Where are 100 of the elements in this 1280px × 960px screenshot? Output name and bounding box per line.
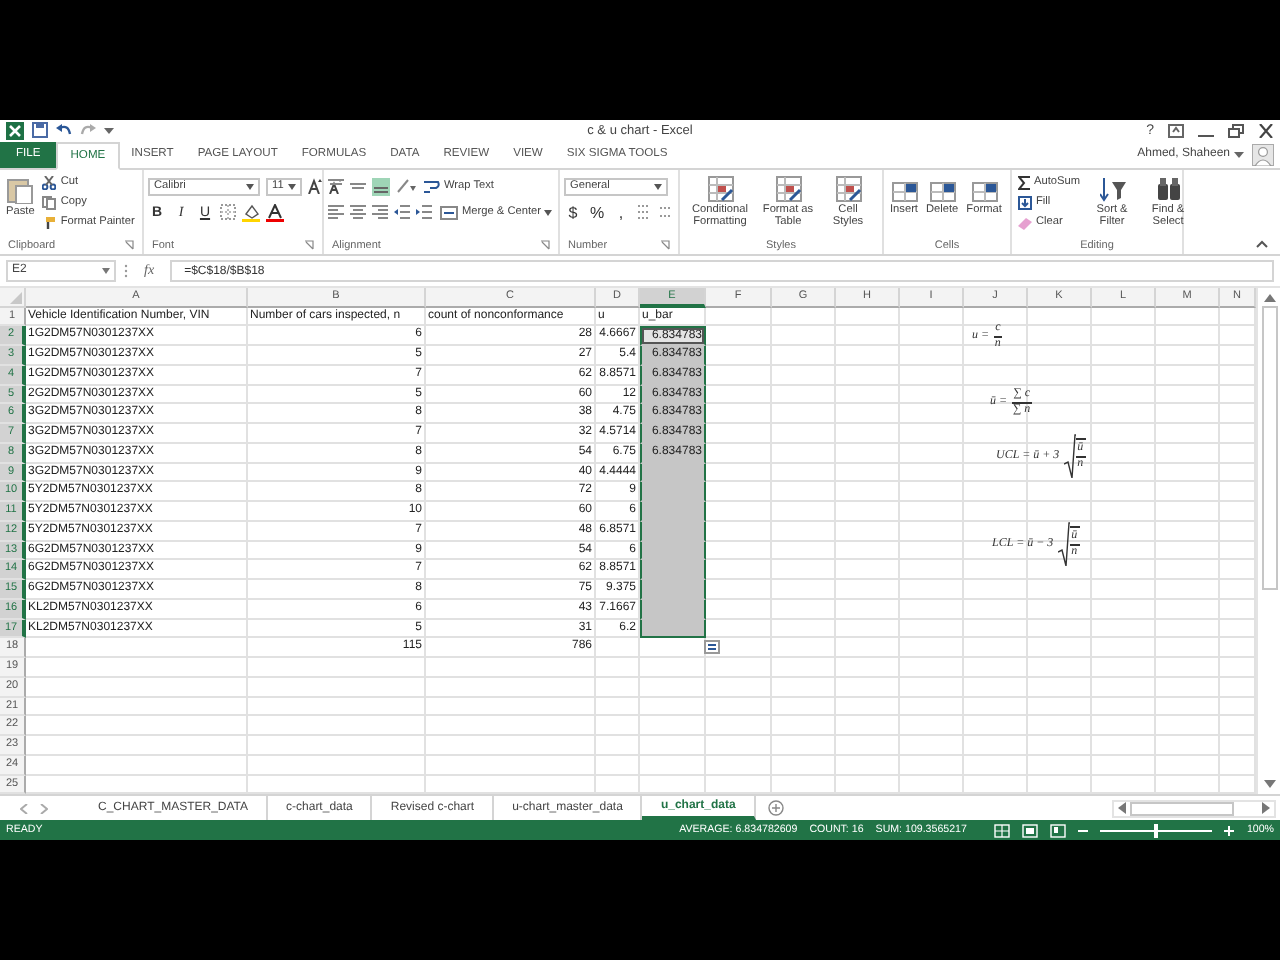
zoom-slider-thumb[interactable] xyxy=(1154,823,1159,838)
table-cell xyxy=(964,424,1028,444)
table-cell xyxy=(1156,775,1220,795)
table-cell xyxy=(1156,502,1220,522)
table-cell xyxy=(964,521,1028,542)
table-cell xyxy=(1092,443,1156,464)
table-cell xyxy=(1156,365,1220,386)
horizontal-scrollbar[interactable] xyxy=(1112,799,1276,818)
table-cell xyxy=(1092,697,1156,717)
fill-color-icon[interactable] xyxy=(242,203,260,222)
caret-icon xyxy=(544,209,553,216)
paintbrush-icon xyxy=(42,215,57,230)
caret-icon[interactable] xyxy=(1234,150,1244,159)
table-cell xyxy=(1156,521,1220,542)
table-cell xyxy=(836,365,900,386)
table-cell xyxy=(964,775,1028,795)
table-cell xyxy=(706,619,772,639)
borders-icon[interactable] xyxy=(220,204,236,221)
currency-button[interactable]: $ xyxy=(564,203,582,222)
table-cell xyxy=(706,424,772,444)
scroll-down-icon[interactable] xyxy=(1263,780,1275,789)
table-cell xyxy=(1028,346,1092,366)
table-cell xyxy=(1092,307,1156,327)
table-cell xyxy=(596,638,640,659)
dialog-launcher-icon[interactable] xyxy=(660,240,670,251)
restore-icon[interactable] xyxy=(1228,123,1244,138)
table-cell xyxy=(836,443,900,464)
table-cell xyxy=(836,482,900,503)
scroll-left-icon[interactable] xyxy=(1118,802,1126,815)
orientation-icon[interactable] xyxy=(396,178,416,195)
quick-analysis-icon[interactable] xyxy=(704,639,720,654)
table-cell xyxy=(836,599,900,620)
table-cell xyxy=(1028,736,1092,756)
table-cell xyxy=(900,560,964,581)
merge-cells-icon xyxy=(440,205,458,220)
align-bottom-icon[interactable] xyxy=(372,177,390,196)
normal-view-icon[interactable] xyxy=(994,823,1011,838)
save-icon[interactable] xyxy=(32,122,48,139)
page-layout-view-icon[interactable] xyxy=(1022,823,1039,838)
table-cell xyxy=(1028,424,1092,444)
table-cell xyxy=(836,677,900,698)
table-cell xyxy=(900,326,964,347)
table-cell xyxy=(836,463,900,483)
table-cell xyxy=(1028,482,1092,503)
table-cell xyxy=(1092,521,1156,542)
table-cell xyxy=(1028,541,1092,561)
align-right-icon[interactable] xyxy=(372,204,388,221)
table-cell xyxy=(706,697,772,717)
dialog-launcher-icon[interactable] xyxy=(304,240,314,251)
percent-button[interactable]: % xyxy=(588,203,606,222)
table-cell xyxy=(706,521,772,542)
decrease-decimal-icon[interactable] xyxy=(658,204,674,221)
table-cell xyxy=(772,580,836,600)
zoom-out-icon[interactable] xyxy=(1078,825,1089,836)
font-color-icon[interactable] xyxy=(266,203,284,222)
table-cell xyxy=(772,775,836,795)
table-cell xyxy=(706,443,772,464)
table-cell xyxy=(1028,677,1092,698)
add-sheet-icon[interactable] xyxy=(767,800,784,817)
table-cell xyxy=(836,404,900,425)
table-cell xyxy=(772,482,836,503)
undo-icon[interactable] xyxy=(56,122,72,139)
table-cell xyxy=(964,502,1028,522)
table-cell xyxy=(836,560,900,581)
comma-button[interactable]: , xyxy=(612,203,630,222)
table-cell xyxy=(900,521,964,542)
dialog-launcher-icon[interactable] xyxy=(540,240,550,251)
table-cell xyxy=(1092,482,1156,503)
table-cell xyxy=(964,326,1028,347)
vertical-scrollbar[interactable] xyxy=(1256,287,1280,795)
table-cell xyxy=(1156,307,1220,327)
align-center-icon[interactable] xyxy=(350,204,366,221)
ribbon-display-icon[interactable] xyxy=(1168,123,1184,138)
table-cell xyxy=(836,638,900,659)
scrollbar-thumb[interactable] xyxy=(1261,305,1277,590)
table-cell xyxy=(1092,385,1156,405)
align-left-icon[interactable] xyxy=(328,204,344,221)
table-cell xyxy=(900,677,964,698)
table-cell xyxy=(836,619,900,639)
table-cell xyxy=(836,346,900,366)
page-break-view-icon[interactable] xyxy=(1050,823,1067,838)
caret-icon[interactable] xyxy=(104,126,114,135)
collapse-ribbon-icon[interactable] xyxy=(1256,240,1268,249)
table-cell xyxy=(772,541,836,561)
table-cell xyxy=(836,775,900,795)
decrease-indent-icon[interactable] xyxy=(394,204,410,221)
scrollbar-thumb[interactable] xyxy=(1130,801,1234,816)
grow-font-icon[interactable] xyxy=(308,178,322,195)
zoom-in-icon[interactable] xyxy=(1224,825,1235,836)
table-cell xyxy=(706,326,772,347)
increase-indent-icon[interactable] xyxy=(416,204,432,221)
increase-decimal-icon[interactable] xyxy=(636,204,652,221)
close-icon[interactable] xyxy=(1258,123,1274,138)
table-cell xyxy=(1028,697,1092,717)
scroll-right-icon[interactable] xyxy=(1262,802,1270,815)
table-cell xyxy=(836,307,900,327)
table-cell xyxy=(1156,560,1220,581)
table-cell xyxy=(836,326,900,347)
table-cell xyxy=(836,424,900,444)
dialog-launcher-icon[interactable] xyxy=(124,240,134,251)
